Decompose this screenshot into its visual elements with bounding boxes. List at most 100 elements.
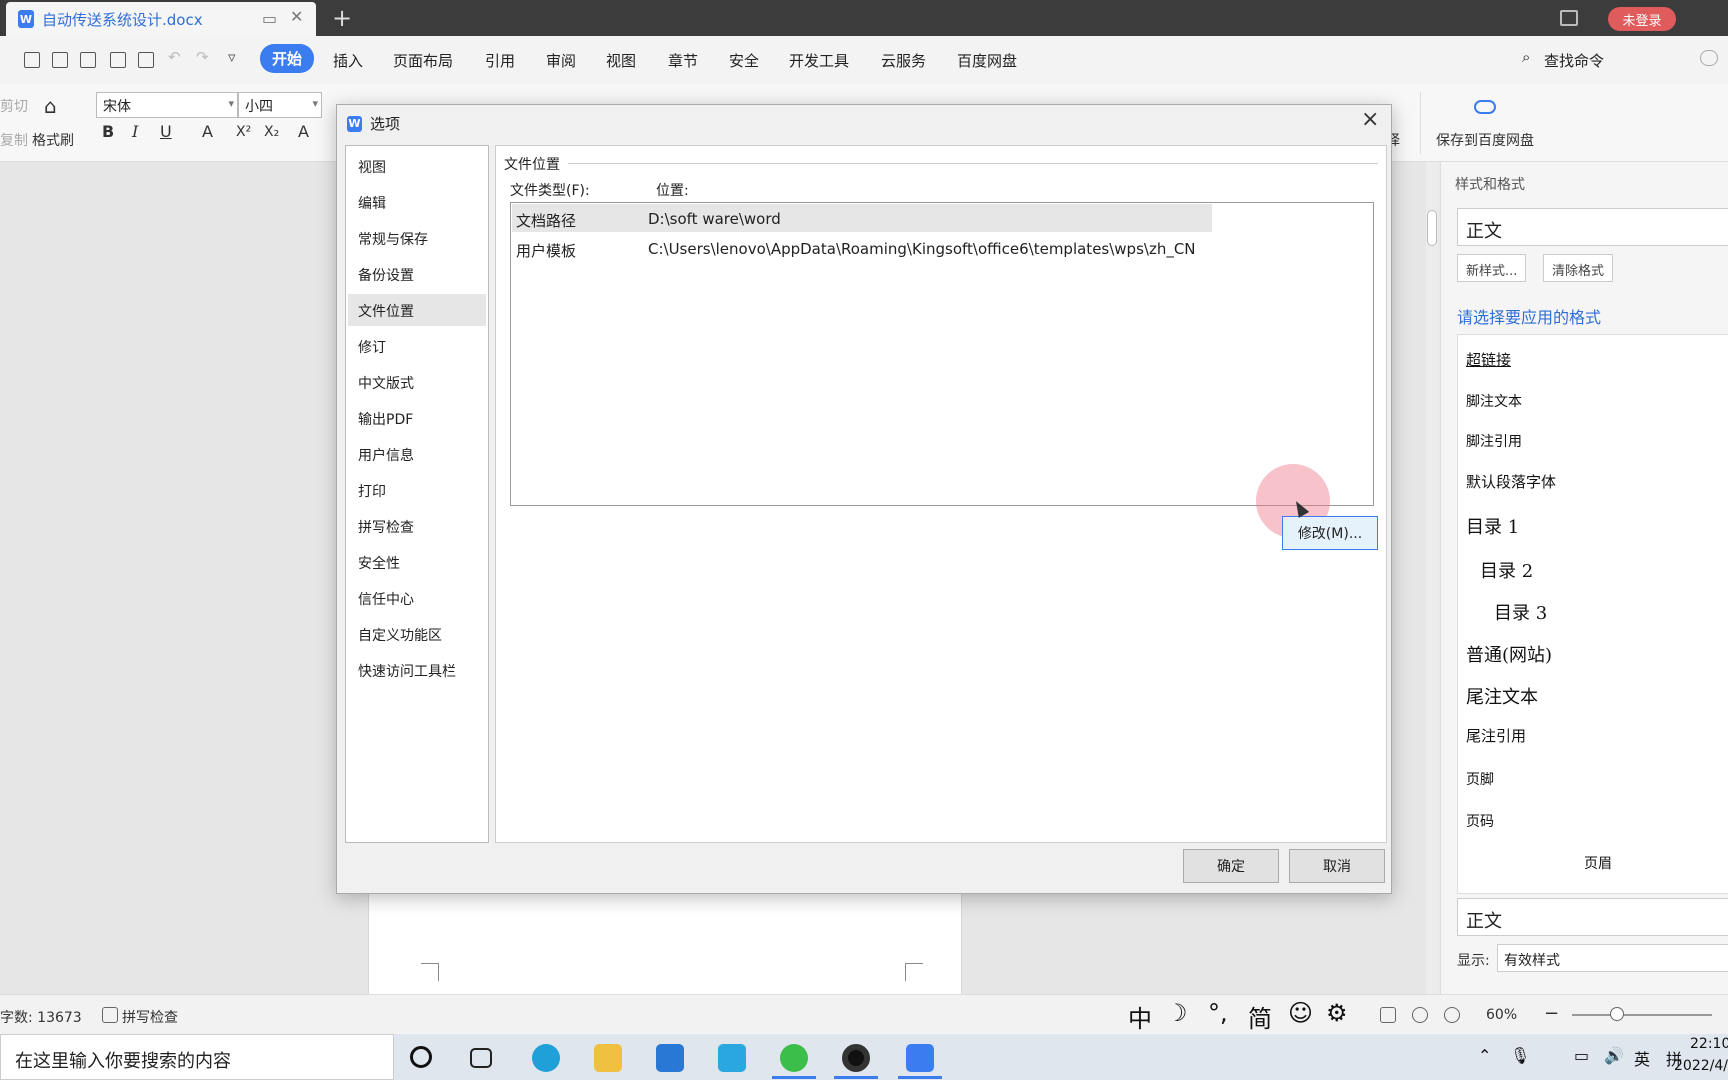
- nav-item-trust-center[interactable]: 信任中心: [348, 582, 486, 614]
- ok-button[interactable]: 确定: [1183, 849, 1279, 883]
- file-explorer-icon[interactable]: [594, 1044, 622, 1072]
- style-item[interactable]: 页码: [1466, 811, 1494, 831]
- monitor-icon[interactable]: ▭: [262, 9, 277, 28]
- nav-item-revisions[interactable]: 修订: [348, 330, 486, 362]
- format-painter-button[interactable]: 格式刷: [32, 130, 74, 150]
- italic-button[interactable]: I: [132, 122, 138, 141]
- nav-item-spell-check[interactable]: 拼写检查: [348, 510, 486, 542]
- print-icon[interactable]: [110, 52, 126, 68]
- clock-time[interactable]: 22:10: [1690, 1036, 1728, 1052]
- save-to-baidu-button[interactable]: 保存到百度网盘: [1436, 130, 1534, 150]
- zoom-out-icon[interactable]: −: [1544, 1003, 1559, 1024]
- recorder-icon[interactable]: [842, 1044, 870, 1072]
- nav-item-security[interactable]: 安全性: [348, 546, 486, 578]
- redo-icon[interactable]: ↷: [196, 48, 209, 66]
- nav-item-view[interactable]: 视图: [348, 150, 486, 182]
- menu-cloud-services[interactable]: 云服务: [881, 50, 926, 71]
- table-row[interactable]: 用户模板 C:\Users\lenovo\AppData\Roaming\Kin…: [512, 234, 1212, 262]
- battery-icon[interactable]: ▭: [1574, 1046, 1589, 1065]
- wechat-icon[interactable]: [780, 1044, 808, 1072]
- style-item[interactable]: 尾注引用: [1466, 725, 1526, 746]
- superscript-button[interactable]: X²: [236, 124, 251, 140]
- ime-chinese-mode[interactable]: 中: [1128, 999, 1152, 1034]
- export-pdf-icon[interactable]: [80, 52, 96, 68]
- cancel-button[interactable]: 取消: [1289, 849, 1385, 883]
- nav-item-file-locations[interactable]: 文件位置: [348, 294, 486, 326]
- scrollbar-thumb[interactable]: [1427, 210, 1437, 246]
- clear-format-button[interactable]: 清除格式: [1543, 254, 1614, 282]
- nav-item-backup[interactable]: 备份设置: [348, 258, 486, 290]
- style-item[interactable]: 页眉: [1584, 853, 1612, 873]
- style-item[interactable]: 脚注文本: [1466, 391, 1522, 411]
- style-item[interactable]: 目录 3: [1494, 599, 1547, 625]
- style-item[interactable]: 超链接: [1466, 349, 1511, 370]
- zoom-level[interactable]: 60%: [1486, 1007, 1517, 1023]
- current-style-box[interactable]: 正文: [1457, 208, 1728, 246]
- search-icon[interactable]: ⌕: [1522, 48, 1530, 66]
- word-count[interactable]: 字数: 13673: [0, 1007, 82, 1027]
- ime-simplified[interactable]: 简: [1248, 999, 1272, 1034]
- wps-taskbar-icon[interactable]: [906, 1044, 934, 1072]
- menu-insert[interactable]: 插入: [333, 50, 363, 71]
- tray-language[interactable]: 英: [1634, 1046, 1650, 1070]
- nav-item-customize-ribbon[interactable]: 自定义功能区: [348, 618, 486, 650]
- bilibili-icon[interactable]: [718, 1044, 746, 1072]
- menu-security[interactable]: 安全: [729, 50, 759, 71]
- new-style-button[interactable]: 新样式...: [1457, 254, 1527, 282]
- text-effect-button[interactable]: A: [298, 122, 309, 141]
- document-scrollbar[interactable]: [1426, 162, 1438, 994]
- find-command[interactable]: 查找命令: [1544, 50, 1604, 71]
- customize-dropdown-icon[interactable]: ▿: [228, 48, 236, 66]
- menu-review[interactable]: 审阅: [546, 50, 576, 71]
- menu-start[interactable]: 开始: [260, 44, 315, 73]
- menu-page-layout[interactable]: 页面布局: [393, 50, 453, 71]
- microphone-icon[interactable]: 🎙: [1510, 1046, 1530, 1065]
- style-item[interactable]: 默认段落字体: [1466, 471, 1556, 492]
- page-view-icon[interactable]: [1380, 1007, 1396, 1023]
- zoom-slider[interactable]: [1572, 1014, 1712, 1016]
- modify-button[interactable]: 修改(M)...: [1282, 516, 1378, 550]
- font-color-button[interactable]: A: [202, 122, 213, 141]
- spell-check-icon[interactable]: [102, 1007, 118, 1023]
- menu-view[interactable]: 视图: [606, 50, 636, 71]
- bold-button[interactable]: B: [102, 122, 114, 141]
- menu-baidu-netdisk[interactable]: 百度网盘: [957, 50, 1017, 71]
- font-size-select[interactable]: 小四: [238, 92, 322, 118]
- nav-item-quick-access-toolbar[interactable]: 快速访问工具栏: [348, 654, 486, 686]
- menu-section[interactable]: 章节: [668, 50, 698, 71]
- menu-developer[interactable]: 开发工具: [789, 50, 849, 71]
- open-icon[interactable]: [24, 52, 40, 68]
- new-tab-button[interactable]: +: [332, 4, 352, 32]
- task-view-icon[interactable]: [470, 1048, 492, 1068]
- show-styles-select[interactable]: 有效样式: [1497, 944, 1728, 972]
- style-item[interactable]: 普通(网站): [1466, 641, 1552, 667]
- ime-settings-icon[interactable]: ⚙: [1326, 999, 1348, 1027]
- web-view-icon[interactable]: [1412, 1007, 1428, 1023]
- tray-expand-icon[interactable]: ⌃: [1478, 1046, 1491, 1065]
- close-tab-icon[interactable]: ✕: [290, 7, 303, 26]
- nav-item-export-pdf[interactable]: 输出PDF: [348, 402, 486, 434]
- emoji-icon[interactable]: ☺: [1288, 999, 1313, 1027]
- style-item[interactable]: 目录 2: [1480, 557, 1533, 583]
- cut-button[interactable]: 剪切: [0, 96, 28, 116]
- font-family-select[interactable]: 宋体: [96, 92, 238, 118]
- save-icon[interactable]: [52, 52, 68, 68]
- styles-panel-title[interactable]: 样式和格式: [1455, 174, 1525, 194]
- style-item[interactable]: 页脚: [1466, 769, 1494, 789]
- nav-item-chinese-layout[interactable]: 中文版式: [348, 366, 486, 398]
- mail-icon[interactable]: [656, 1044, 684, 1072]
- clock-date[interactable]: 2022/4/: [1674, 1058, 1728, 1074]
- nav-item-general-save[interactable]: 常规与保存: [348, 222, 486, 254]
- subscript-button[interactable]: X₂: [264, 124, 279, 140]
- punctuation-icon[interactable]: °,: [1208, 999, 1228, 1027]
- table-row[interactable]: 文档路径 D:\soft ware\word: [512, 204, 1212, 232]
- edge-icon[interactable]: [532, 1044, 560, 1072]
- nav-item-user-info[interactable]: 用户信息: [348, 438, 486, 470]
- document-tab[interactable]: W 自动传送系统设计.docx ▭ ✕: [6, 2, 316, 36]
- login-button[interactable]: 未登录: [1608, 7, 1676, 31]
- menu-references[interactable]: 引用: [485, 50, 515, 71]
- document-page[interactable]: [368, 892, 962, 996]
- moon-icon[interactable]: ☽: [1166, 999, 1188, 1027]
- style-item[interactable]: 尾注文本: [1466, 683, 1538, 709]
- style-item[interactable]: 正文: [1457, 898, 1728, 936]
